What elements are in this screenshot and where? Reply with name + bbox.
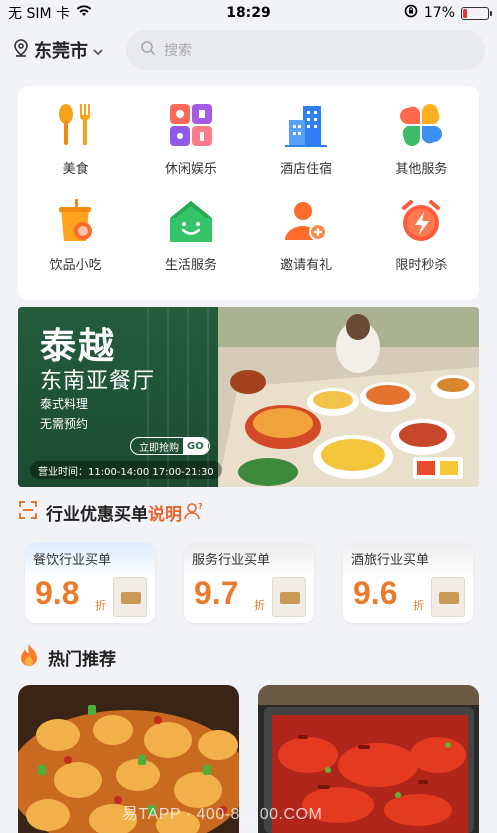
food-spread-image (218, 307, 479, 487)
entertainment-icon (166, 100, 216, 150)
shopping-bag-icon (272, 577, 306, 617)
city-name: 东莞市 (34, 41, 88, 62)
wifi-icon (76, 5, 92, 21)
hotel-icon (281, 100, 331, 150)
invite-user-icon (281, 196, 331, 246)
go-label: GO (183, 438, 208, 454)
category-other-services[interactable]: 其他服务 (364, 100, 479, 196)
category-flash-sale[interactable]: 限时秒杀 (364, 196, 479, 292)
watermark-text: 易TAPP · 400-8... 00.COM (122, 806, 323, 823)
deal-value: 9.8 (35, 575, 80, 611)
category-label: 美食 (62, 162, 89, 177)
deals-section-header: 行业优惠买单 说明 ? (18, 500, 204, 525)
category-label: 酒店住宿 (280, 162, 333, 177)
location-pin-icon (12, 38, 30, 62)
header: 东莞市 搜索 (0, 28, 497, 72)
status-bar: 无 SIM 卡 18:29 17% (0, 0, 497, 26)
search-input[interactable]: 搜索 (126, 30, 485, 70)
flame-icon (18, 643, 40, 672)
battery-percent: 17% (423, 5, 455, 21)
scan-frame-icon (18, 500, 38, 525)
deal-card-travel[interactable]: 酒旅行业买单 9.6 折 (343, 543, 473, 623)
category-label: 生活服务 (164, 258, 217, 273)
deal-label: 服务行业买单 (192, 553, 271, 568)
category-drinks-snacks[interactable]: 饮品小吃 (18, 196, 133, 292)
category-life-services[interactable]: 生活服务 (133, 196, 248, 292)
deal-card-dining[interactable]: 餐饮行业买单 9.8 折 (25, 543, 155, 623)
banner-title: 泰越 (40, 325, 117, 367)
alarm-flash-icon (396, 196, 446, 246)
hot-section-header: 热门推荐 (18, 643, 116, 672)
category-label: 邀请有礼 (280, 258, 333, 273)
chevron-down-icon (92, 41, 104, 60)
category-entertainment[interactable]: 休闲娱乐 (133, 100, 248, 196)
deal-unit: 折 (413, 599, 424, 612)
user-help-icon[interactable]: ? (184, 500, 204, 525)
category-grid: 美食 休闲娱乐 酒店住宿 其他服务 饮品小吃 生活服务 邀请有礼 限时秒杀 (18, 86, 479, 300)
carrier-text: 无 SIM 卡 (8, 6, 70, 22)
deal-card-service[interactable]: 服务行业买单 9.7 折 (184, 543, 314, 623)
buy-now-button[interactable]: 立即抢购 GO (130, 437, 210, 455)
house-smile-icon (166, 196, 216, 246)
city-selector[interactable]: 东莞市 (12, 37, 124, 63)
category-food[interactable]: 美食 (18, 100, 133, 196)
deals-title: 行业优惠买单 (46, 505, 148, 525)
business-hours: 营业时间：11:00-14:00 17:00-21:30 (30, 461, 222, 479)
search-icon (140, 40, 156, 60)
deal-value: 9.6 (353, 575, 398, 611)
hot-title: 热门推荐 (48, 650, 116, 670)
category-invite[interactable]: 邀请有礼 (249, 196, 364, 292)
rotation-lock-icon (404, 4, 418, 22)
explanation-link[interactable]: 说明 (148, 500, 182, 525)
battery-icon (461, 6, 492, 20)
shopping-bag-icon (113, 577, 147, 617)
petals-icon (396, 100, 446, 150)
shopping-bag-icon (431, 577, 465, 617)
search-placeholder: 搜索 (164, 43, 192, 59)
deal-unit: 折 (95, 599, 106, 612)
banner-subtitle: 东南亚餐厅 (40, 369, 156, 394)
category-label: 饮品小吃 (49, 258, 102, 273)
drink-cup-icon (51, 196, 101, 246)
deal-label: 酒旅行业买单 (351, 553, 430, 568)
promo-banner[interactable]: 泰越 东南亚餐厅 泰式料理 无需预约 立即抢购 GO 营业时间：11:00-14… (18, 307, 479, 487)
deal-unit: 折 (254, 599, 265, 612)
deal-label: 餐饮行业买单 (33, 553, 112, 568)
banner-line2: 无需预约 (40, 417, 89, 431)
buy-now-label: 立即抢购 (139, 442, 179, 454)
category-label: 限时秒杀 (395, 258, 448, 273)
fork-spoon-icon (51, 100, 101, 150)
deal-value: 9.7 (194, 575, 239, 611)
category-label: 休闲娱乐 (164, 162, 217, 177)
banner-line1: 泰式料理 (40, 397, 89, 411)
category-label: 其他服务 (395, 162, 448, 177)
svg-text:?: ? (198, 502, 203, 511)
category-hotel[interactable]: 酒店住宿 (249, 100, 364, 196)
